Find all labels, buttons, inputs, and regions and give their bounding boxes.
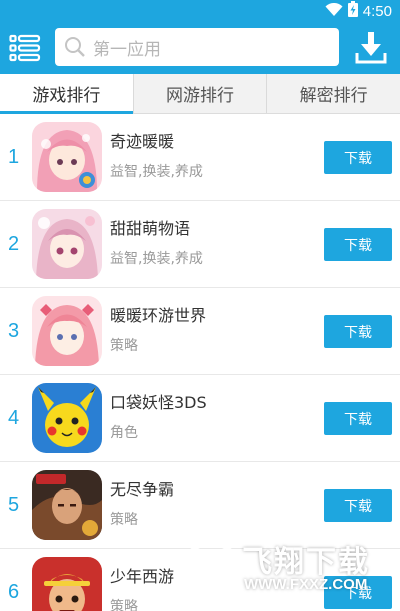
ranking-tabs: 游戏排行 网游排行 解密排行 <box>0 74 400 114</box>
menu-button[interactable] <box>8 31 42 65</box>
download-button[interactable]: 下载 <box>324 489 392 522</box>
game-tags: 益智,换装,养成 <box>110 251 203 267</box>
tab-game-ranking[interactable]: 游戏排行 <box>0 74 134 114</box>
app-icon[interactable] <box>32 122 102 192</box>
watermark-logo-icon <box>181 540 241 600</box>
app-icon[interactable] <box>32 470 102 540</box>
app-icon[interactable] <box>32 383 102 453</box>
download-button[interactable]: 下载 <box>324 228 392 261</box>
download-button[interactable]: 下载 <box>324 141 392 174</box>
search-input[interactable]: 第一应用 <box>55 28 339 66</box>
download-manager-button[interactable] <box>354 29 388 65</box>
game-name: 少年西游 <box>110 567 175 586</box>
search-icon <box>65 37 85 57</box>
rank-number: 6 <box>8 581 20 603</box>
download-button[interactable]: 下载 <box>324 315 392 348</box>
download-icon <box>355 32 387 64</box>
game-tags: 益智,换装,养成 <box>110 164 203 180</box>
status-time: 4:50 <box>362 2 392 20</box>
download-button[interactable]: 下载 <box>324 402 392 435</box>
game-name: 无尽争霸 <box>110 480 175 499</box>
list-item[interactable]: 3 暖暖环游世界 策略 下载 <box>0 288 400 375</box>
game-tags: 策略 <box>110 512 138 528</box>
app-bar: 第一应用 <box>0 22 400 74</box>
app-icon[interactable] <box>32 296 102 366</box>
rank-number: 1 <box>8 146 20 168</box>
game-tags: 策略 <box>110 599 138 611</box>
rank-number: 2 <box>8 233 20 255</box>
game-name: 奇迹暖暖 <box>110 132 175 151</box>
menu-list-icon <box>9 34 41 62</box>
tab-puzzle-ranking[interactable]: 解密排行 <box>267 74 400 113</box>
game-name: 暖暖环游世界 <box>110 306 207 325</box>
game-tags: 角色 <box>110 425 138 441</box>
game-name: 口袋妖怪3DS <box>110 393 207 412</box>
status-icons: 4:50 <box>325 1 392 21</box>
list-item[interactable]: 1 奇迹暖暖 益智,换装,养成 下载 <box>0 114 400 201</box>
battery-charging-icon <box>347 1 358 21</box>
game-name: 甜甜萌物语 <box>110 219 191 238</box>
watermark-url: WWW.FXXZ.COM <box>244 576 368 593</box>
watermark-title: 飞翔下载 <box>242 545 370 580</box>
rank-number: 5 <box>8 494 20 516</box>
rank-number: 3 <box>8 320 20 342</box>
wifi-icon <box>325 2 343 21</box>
rank-number: 4 <box>8 407 20 429</box>
list-item[interactable]: 4 口袋妖怪3DS 角色 下载 <box>0 375 400 462</box>
search-placeholder: 第一应用 <box>93 39 161 60</box>
status-bar: 4:50 <box>0 0 400 22</box>
site-watermark: 飞翔下载 WWW.FXXZ.COM <box>180 531 392 611</box>
list-item[interactable]: 2 甜甜萌物语 益智,换装,养成 下载 <box>0 201 400 288</box>
app-icon[interactable] <box>32 209 102 279</box>
tab-online-game-ranking[interactable]: 网游排行 <box>134 74 268 113</box>
game-tags: 策略 <box>110 338 138 354</box>
app-icon[interactable] <box>32 557 102 611</box>
